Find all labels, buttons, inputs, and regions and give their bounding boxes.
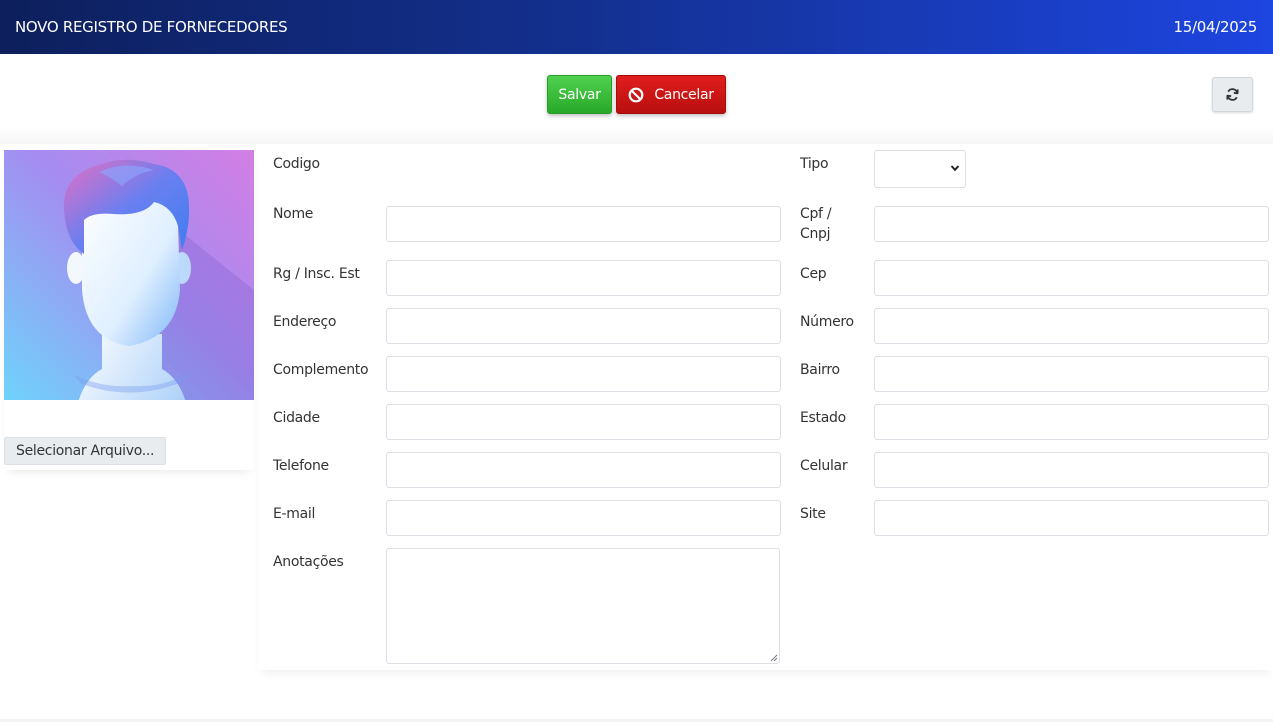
chevron-down-icon: [950, 165, 960, 172]
resize-grip-icon[interactable]: [769, 653, 778, 662]
nome-label: Nome: [273, 206, 314, 222]
endereco-label: Endereço: [273, 314, 337, 330]
select-file-button[interactable]: Selecionar Arquivo...: [4, 437, 167, 465]
numero-label: Número: [800, 314, 854, 330]
complemento-label: Complemento: [273, 362, 369, 378]
toolbar: Salvar Cancelar: [0, 54, 1273, 144]
anotacoes-label: Anotações: [273, 554, 344, 570]
nome-input[interactable]: [386, 206, 781, 242]
refresh-button[interactable]: [1212, 77, 1253, 112]
header-bar: NOVO REGISTRO DE FORNECEDORES 15/04/2025: [0, 0, 1273, 54]
numero-input[interactable]: [874, 308, 1269, 344]
ban-icon: [628, 87, 644, 103]
telefone-label: Telefone: [273, 458, 329, 474]
cep-input[interactable]: [874, 260, 1269, 296]
tipo-label: Tipo: [800, 156, 829, 172]
cidade-input[interactable]: [386, 404, 781, 440]
refresh-icon: [1225, 87, 1240, 102]
complemento-input[interactable]: [386, 356, 781, 392]
photo-panel: Selecionar Arquivo...: [4, 150, 254, 524]
site-label: Site: [800, 506, 826, 522]
rg-input[interactable]: [386, 260, 781, 296]
tipo-select[interactable]: [874, 150, 966, 188]
cidade-label: Cidade: [273, 410, 320, 426]
telefone-input[interactable]: [386, 452, 781, 488]
cpf-cnpj-input[interactable]: [874, 206, 1269, 242]
cancel-button[interactable]: Cancelar: [616, 75, 726, 114]
header-date: 15/04/2025: [1173, 18, 1258, 36]
site-input[interactable]: [874, 500, 1269, 536]
celular-label: Celular: [800, 458, 848, 474]
estado-input[interactable]: [874, 404, 1269, 440]
estado-label: Estado: [800, 410, 846, 426]
endereco-input[interactable]: [386, 308, 781, 344]
email-input[interactable]: [386, 500, 781, 536]
save-button-label: Salvar: [558, 86, 601, 103]
supplier-form: Codigo Nome Rg / Insc. Est Endereço Comp…: [258, 144, 1273, 670]
cpf-label-line1: Cpf /: [800, 206, 832, 222]
bairro-label: Bairro: [800, 362, 840, 378]
bairro-input[interactable]: [874, 356, 1269, 392]
codigo-label: Codigo: [273, 156, 320, 172]
cep-label: Cep: [800, 266, 827, 282]
cpf-label-line2: Cnpj: [800, 226, 831, 242]
avatar-placeholder-image: [4, 150, 254, 524]
cancel-button-label: Cancelar: [654, 86, 714, 103]
anotacoes-textarea[interactable]: [386, 548, 780, 664]
save-button[interactable]: Salvar: [547, 75, 612, 114]
page-title: NOVO REGISTRO DE FORNECEDORES: [15, 18, 288, 36]
rg-label: Rg / Insc. Est: [273, 266, 360, 282]
email-label: E-mail: [273, 506, 316, 522]
celular-input[interactable]: [874, 452, 1269, 488]
